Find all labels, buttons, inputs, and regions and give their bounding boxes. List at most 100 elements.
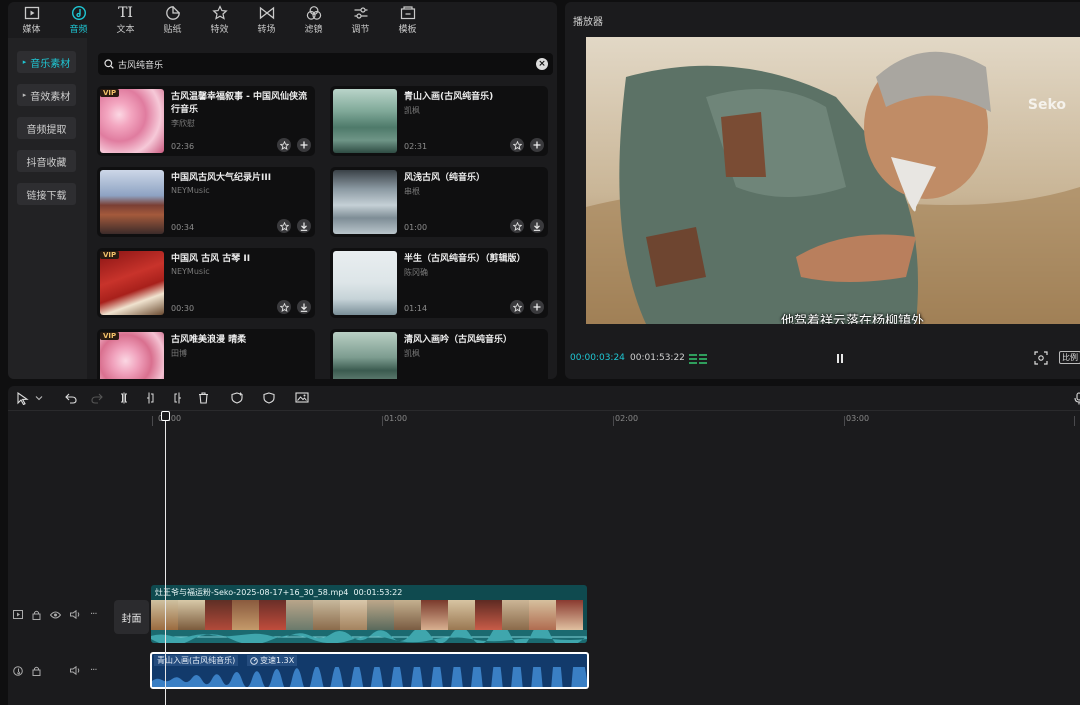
redo-icon[interactable] [90,391,104,405]
tab-media[interactable]: 媒体 [8,2,55,38]
sidebar-item-sound-effects[interactable]: ▸ 音效素材 [17,84,76,106]
sidebar-item-douyin-favorites[interactable]: 抖音收藏 [17,150,76,172]
freeze-frame-icon[interactable] [230,391,244,405]
music-card[interactable]: 半生（古风纯音乐）（剪辑版） 陈冈确 01:14 [330,248,548,318]
select-tool-icon[interactable] [16,391,30,405]
tab-adjust[interactable]: 调节 [337,2,384,38]
add-button[interactable] [530,300,544,314]
fullscreen-icon[interactable] [1034,351,1048,365]
music-card[interactable]: 风浅古风（纯音乐） 串根 01:00 [330,167,548,237]
music-card[interactable]: 青山入画(古风纯音乐) 凯枫 02:31 [330,86,548,156]
tab-effects[interactable]: 特效 [196,2,243,38]
music-card[interactable]: VIP 古风温馨幸福叙事 - 中国风仙侠流行音乐 李欣慰 02:36 [97,86,315,156]
trim-right-icon[interactable] [170,391,184,405]
music-card[interactable]: 中国风古风大气纪录片III NEYMusic 00:34 [97,167,315,237]
microphone-icon[interactable] [1072,391,1080,405]
track-artist: 陈冈确 [404,268,428,277]
playhead-handle[interactable] [161,411,170,421]
search-input[interactable] [118,59,518,69]
category-tabs: 媒体 音频 TI 文本 贴纸 特效 转场 滤镜 调节 模板 [8,2,557,38]
undo-icon[interactable] [64,391,78,405]
plus-icon [533,141,541,149]
track-title: 风浅古风（纯音乐） [404,173,486,183]
favorite-button[interactable] [277,138,291,152]
mark-icon[interactable] [262,391,276,405]
favorite-button[interactable] [277,300,291,314]
audio-waveform [152,667,587,687]
tab-audio[interactable]: 音频 [55,2,102,38]
star-icon [279,302,289,312]
favorite-button[interactable] [510,219,524,233]
pause-button[interactable] [835,353,845,364]
track-title: 中国风古风大气纪录片III [171,173,272,183]
vip-badge: VIP [100,251,120,259]
clear-search-icon[interactable]: × [536,58,548,70]
side-nav: ▸ 音乐素材 ▸ 音效素材 音频提取 抖音收藏 链接下载 [8,38,87,379]
star-icon [279,221,289,231]
download-button[interactable] [530,219,544,233]
track-artist: 凯枫 [404,106,420,115]
speaker-icon[interactable] [70,610,81,619]
sticker-icon [165,5,181,21]
track-duration: 02:36 [171,142,195,151]
more-icon[interactable]: ··· [90,609,97,620]
plus-icon [300,141,308,149]
track-artist: 李欣慰 [171,119,195,128]
transition-icon [259,5,275,21]
tab-sticker[interactable]: 贴纸 [149,2,196,38]
track-duration: 00:34 [171,223,195,232]
music-card[interactable]: VIP 中国风 古风 古琴 II NEYMusic 00:30 [97,248,315,318]
ruler-label: 02:00 [615,414,639,423]
star-icon [512,221,522,231]
image-edit-icon[interactable] [295,391,309,405]
sidebar-item-music[interactable]: ▸ 音乐素材 [17,51,76,73]
tab-transition[interactable]: 转场 [243,2,290,38]
aspect-ratio-button[interactable]: 比例 [1059,351,1080,364]
track-title: 青山入画(古风纯音乐) [404,92,494,102]
favorite-button[interactable] [510,138,524,152]
audio-meter-icon [689,354,707,364]
more-icon[interactable]: ··· [90,665,97,676]
tab-filter[interactable]: 滤镜 [290,2,337,38]
tab-text[interactable]: TI 文本 [102,2,149,38]
add-button[interactable] [297,138,311,152]
download-icon [300,303,308,312]
music-card[interactable]: 清风入画吟（古风纯音乐） 凯枫 [330,329,548,379]
video-preview[interactable]: 他驾着祥云落在杨柳镇外 Seko [586,37,1080,324]
vip-badge: VIP [100,89,120,97]
audio-clip[interactable]: 青山入画(古风纯音乐) 变速1.3X [150,652,589,689]
speed-icon [250,656,258,665]
track-area[interactable]: ··· 封面 灶王爷与福运粉-Seko-2025-08-17+16_30_58.… [8,426,1080,705]
download-button[interactable] [297,219,311,233]
delete-icon[interactable] [196,391,210,405]
video-clip[interactable]: 灶王爷与福运粉-Seko-2025-08-17+16_30_58.mp4 00:… [151,585,587,643]
sidebar-item-link-download[interactable]: 链接下载 [17,183,76,205]
total-time: 00:01:53:22 [630,353,685,363]
eye-icon[interactable] [50,611,61,619]
expand-arrow-icon: ▸ [22,58,27,66]
music-card[interactable]: VIP 古风唯美浪漫 晴柔 田博 [97,329,315,379]
favorite-button[interactable] [510,300,524,314]
add-button[interactable] [530,138,544,152]
favorite-button[interactable] [277,219,291,233]
download-button[interactable] [297,300,311,314]
track-duration: 00:30 [171,304,195,313]
music-track-icon [13,665,23,676]
album-cover [333,170,397,234]
sidebar-item-audio-extract[interactable]: 音频提取 [17,117,76,139]
playhead[interactable] [165,412,166,705]
split-icon[interactable] [117,391,131,405]
trim-left-icon[interactable] [144,391,158,405]
tab-template[interactable]: 模板 [384,2,431,38]
search-icon [104,59,114,69]
media-library-panel: 媒体 音频 TI 文本 贴纸 特效 转场 滤镜 调节 模板 ▸ 音乐素材 ▸ 音… [8,2,557,379]
filter-icon [306,5,322,21]
chevron-down-icon[interactable] [32,391,46,405]
cover-button[interactable]: 封面 [114,600,149,634]
audio-clip-label: 青山入画(古风纯音乐) [154,655,239,666]
star-icon [512,140,522,150]
video-frame [586,37,1080,324]
speaker-icon[interactable] [70,666,81,675]
lock-icon[interactable] [32,610,41,620]
lock-icon[interactable] [32,666,41,676]
